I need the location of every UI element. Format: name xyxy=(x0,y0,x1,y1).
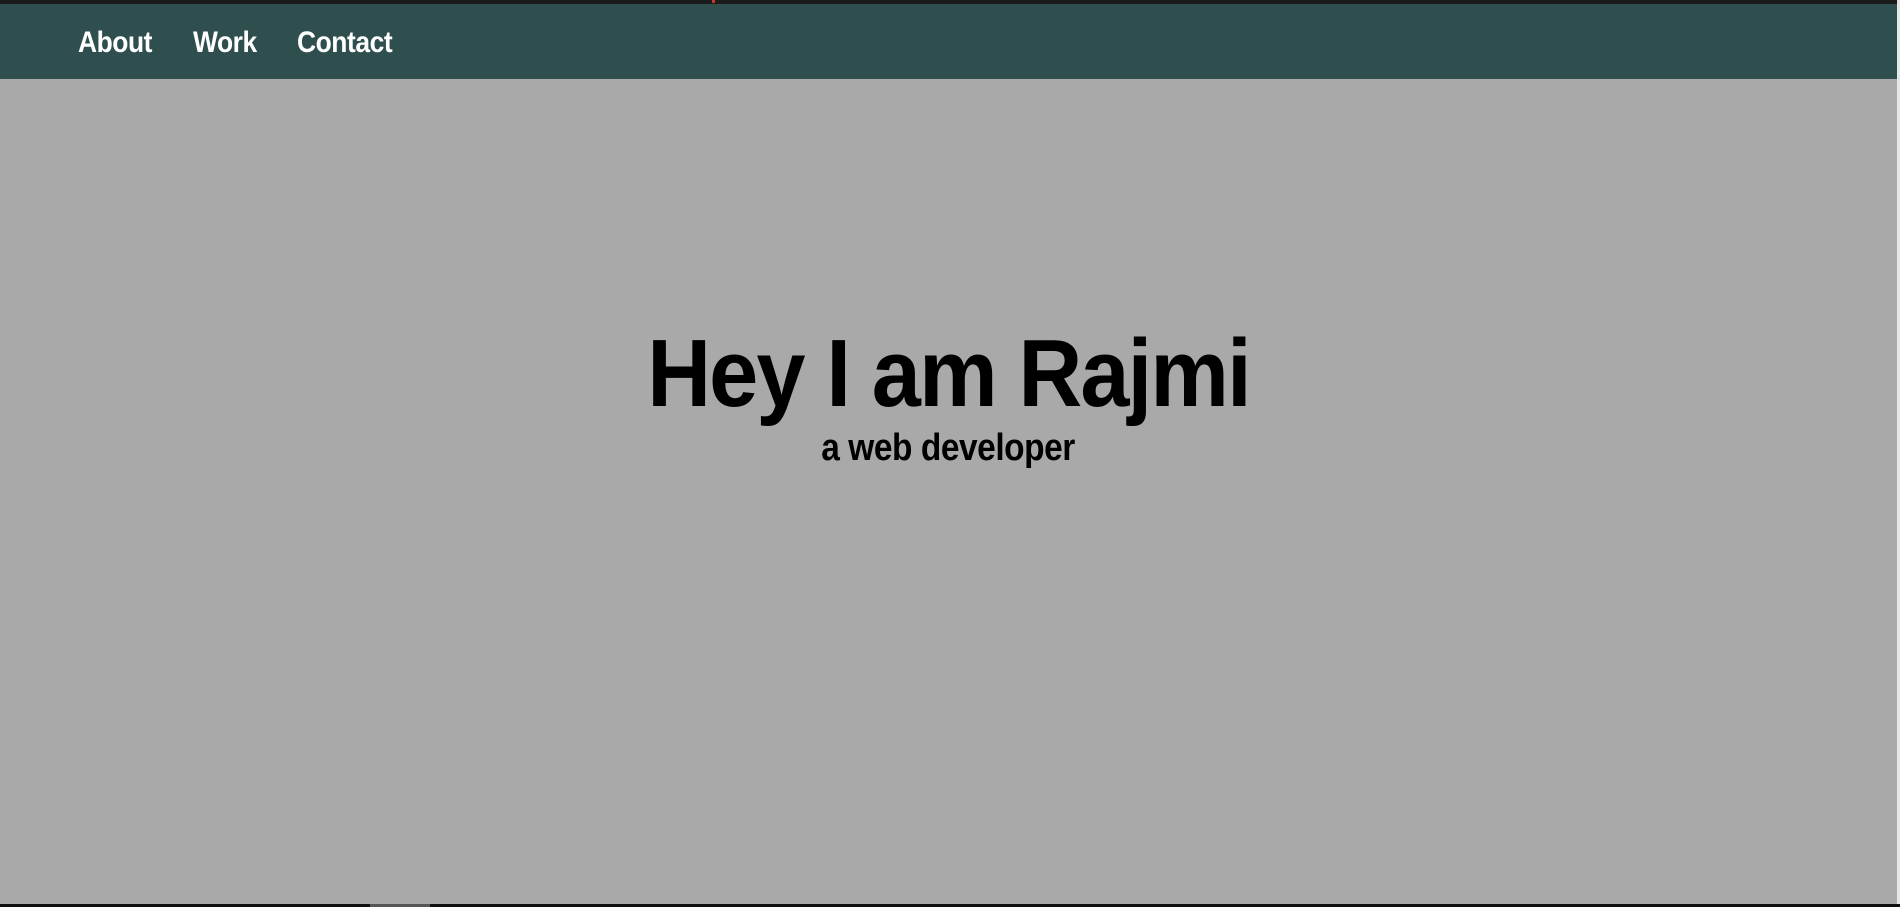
nav-link-work[interactable]: Work xyxy=(193,25,257,61)
hero-subtitle: a web developer xyxy=(821,427,1076,469)
navbar: About Work Contact xyxy=(0,4,1897,79)
hero-section: Hey I am Rajmi a web developer xyxy=(0,326,1897,470)
page-viewport: About Work Contact Hey I am Rajmi a web … xyxy=(0,4,1897,904)
hero-title: Hey I am Rajmi xyxy=(647,320,1251,427)
nav-links: About Work Contact xyxy=(78,25,405,61)
nav-link-contact[interactable]: Contact xyxy=(297,25,393,61)
nav-link-about[interactable]: About xyxy=(78,25,152,61)
top-edge-indicator xyxy=(712,0,715,3)
